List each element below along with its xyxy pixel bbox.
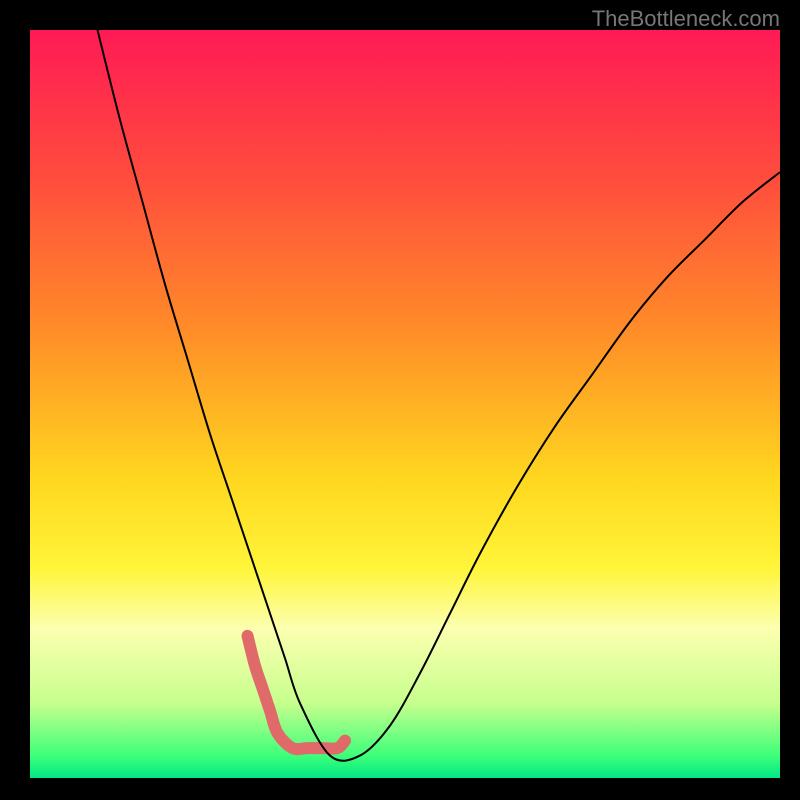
- plot-area: [30, 30, 780, 778]
- watermark-text: TheBottleneck.com: [592, 6, 780, 32]
- bottleneck-curve: [98, 30, 781, 761]
- curve-layer: [30, 30, 780, 778]
